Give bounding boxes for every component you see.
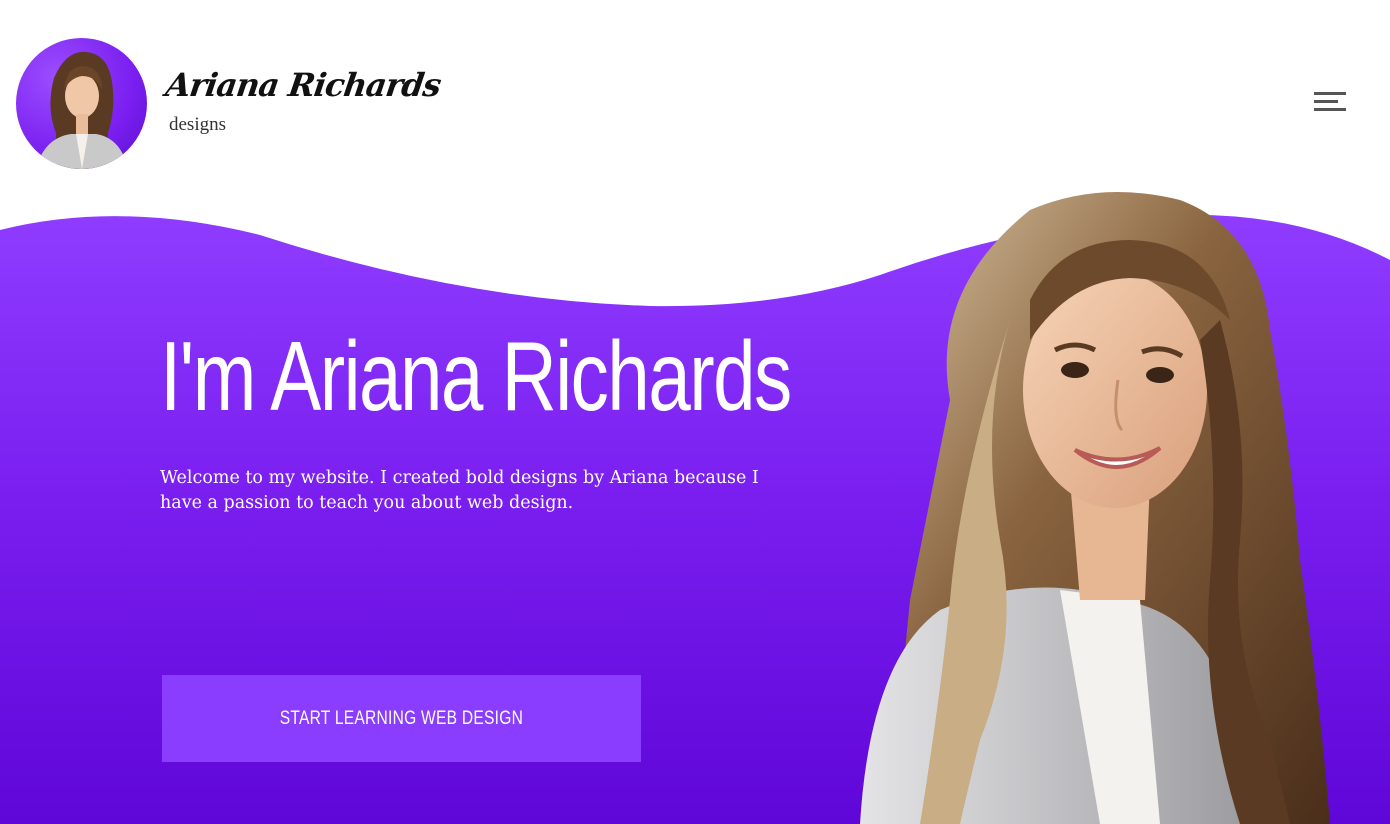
brand-logo-name[interactable]: Ariana Richards bbox=[163, 66, 443, 104]
avatar[interactable] bbox=[16, 38, 147, 169]
hero-portrait-image bbox=[860, 192, 1330, 824]
site-header: Ariana Richards designs bbox=[0, 0, 1390, 190]
hero-description: Welcome to my website. I created bold de… bbox=[160, 468, 759, 513]
avatar-portrait-image bbox=[36, 51, 128, 169]
brand-tagline: designs bbox=[169, 114, 226, 135]
start-learning-button-label: START LEARNING WEB DESIGN bbox=[279, 707, 524, 729]
hero-title: I'm Ariana Richards bbox=[160, 321, 792, 431]
hamburger-menu-icon[interactable] bbox=[1310, 88, 1350, 116]
start-learning-button[interactable]: START LEARNING WEB DESIGN bbox=[162, 675, 641, 762]
